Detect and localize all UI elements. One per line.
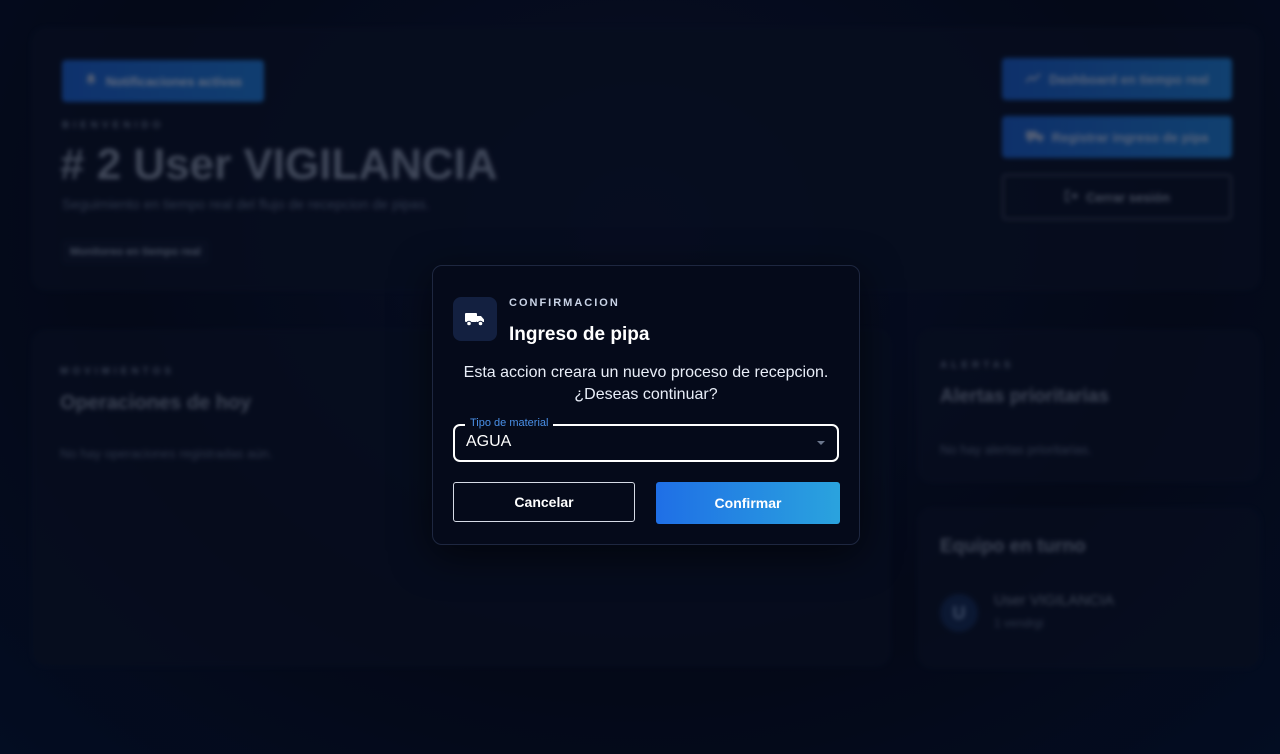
dialog-title: Ingreso de pipa [509,324,650,345]
material-type-label: Tipo de material [465,417,554,429]
confirm-button[interactable]: Confirmar [656,482,840,524]
material-type-value: AGUA [466,433,512,450]
dialog-message: Esta accion creara un nuevo proceso de r… [463,364,829,403]
cancel-button[interactable]: Cancelar [453,482,635,522]
chevron-down-icon [817,441,825,445]
truck-icon [453,297,497,341]
confirm-dialog: CONFIRMACION Ingreso de pipa Esta accion… [432,265,860,545]
dialog-eyebrow: CONFIRMACION [509,297,620,309]
material-type-select[interactable]: Tipo de material AGUA [453,417,839,462]
